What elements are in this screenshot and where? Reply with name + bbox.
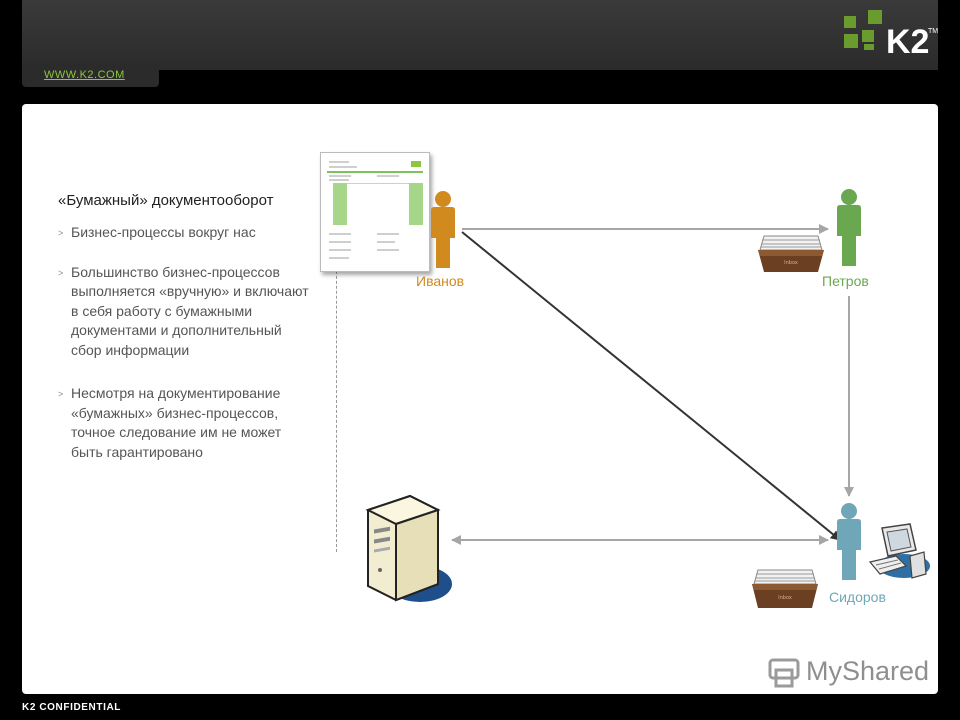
person-ivanov-icon — [431, 191, 455, 268]
inbox-tray-icon: Inbox — [758, 235, 824, 272]
bullet-marker-icon: > — [58, 228, 64, 238]
bullet-item: > Бизнес-процессы вокруг нас — [58, 223, 316, 243]
inbox-label: Inbox — [784, 260, 798, 266]
inbox-tray-icon: Inbox — [752, 569, 818, 608]
paper-document-icon — [320, 152, 430, 272]
dashed-divider — [336, 256, 337, 552]
bullet-text: Несмотря на документирование «бумажных» … — [71, 385, 282, 460]
person-name-sidorov: Сидоров — [829, 589, 886, 605]
server-icon — [365, 494, 452, 602]
arrow-ivanov-to-sidorov — [461, 231, 841, 541]
watermark-text: MyShared — [806, 656, 930, 686]
person-name-ivanov: Иванов — [416, 273, 465, 289]
bullet-text: Бизнес-процессы вокруг нас — [71, 224, 256, 240]
inbox-label: Inbox — [778, 595, 792, 601]
bullet-item: > Большинство бизнес-процессов выполняет… — [58, 263, 316, 361]
person-sidorov-icon — [837, 503, 861, 580]
computer-workstation-icon — [868, 523, 930, 579]
confidential-label: K2 CONFIDENTIAL — [22, 702, 121, 713]
bullet-marker-icon: > — [58, 389, 64, 399]
slide-title: «Бумажный» документооборот — [58, 192, 274, 209]
person-petrov-icon — [837, 189, 861, 266]
bullet-list: > Бизнес-процессы вокруг нас > Большинст… — [58, 223, 316, 488]
person-name-petrov: Петров — [822, 273, 869, 289]
bullet-item: > Несмотря на документирование «бумажных… — [58, 384, 316, 462]
bullet-text: Большинство бизнес-процессов выполняется… — [71, 263, 309, 358]
myshared-logo-icon — [768, 658, 800, 688]
bullet-marker-icon: > — [58, 267, 64, 278]
